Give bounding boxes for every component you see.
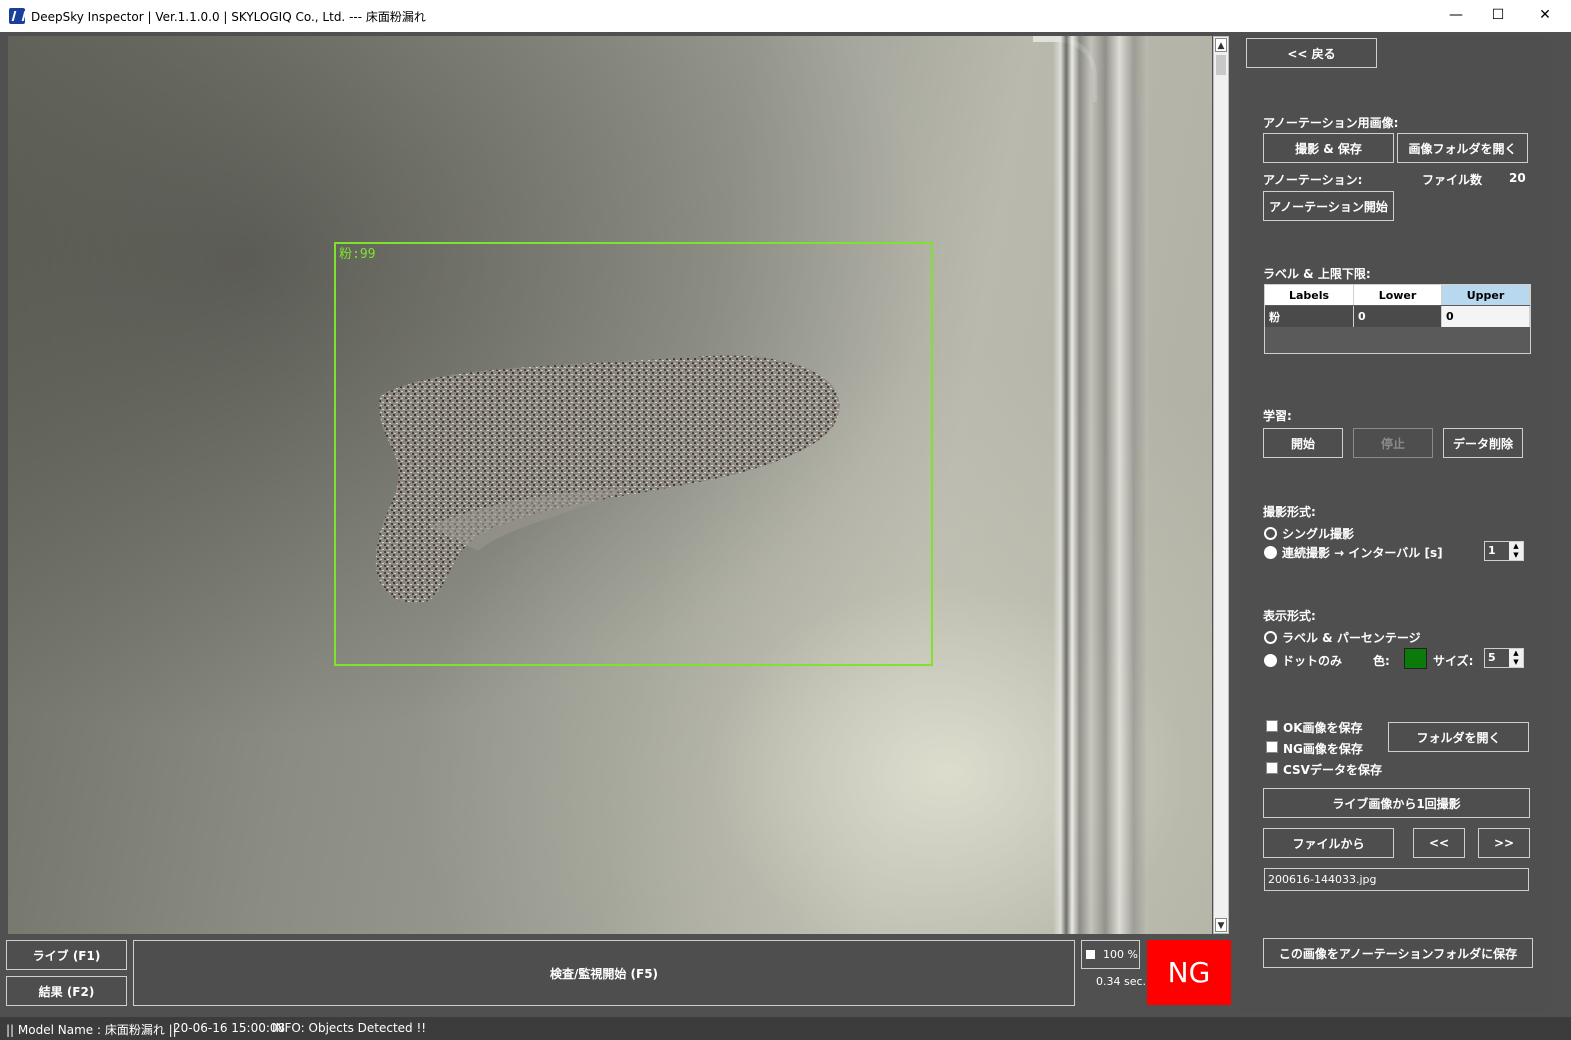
capture-save-button[interactable]: 撮影 & 保存 <box>1263 133 1394 163</box>
display-mode-label: 表示形式: <box>1263 609 1316 623</box>
label-limits-table[interactable]: Labels Lower Upper 粉 0 0 <box>1264 284 1531 354</box>
column-header-labels[interactable]: Labels <box>1265 285 1354 305</box>
train-start-button[interactable]: 開始 <box>1263 428 1343 458</box>
zoom-value: 100 % <box>1103 948 1138 961</box>
inspect-start-button[interactable]: 検査/監視開始 (F5) <box>133 940 1075 1006</box>
dots-only-radio[interactable] <box>1264 654 1277 667</box>
viewer-scrollbar[interactable]: ▲ ▼ <box>1213 36 1229 934</box>
table-cell-lower[interactable]: 0 <box>1354 306 1442 327</box>
open-image-folder-button[interactable]: 画像フォルダを開く <box>1397 133 1528 163</box>
continuous-capture-radio[interactable] <box>1264 546 1277 559</box>
save-ng-label: NG画像を保存 <box>1283 742 1363 756</box>
from-file-button[interactable]: ファイルから <box>1263 828 1394 858</box>
stepper-down-icon[interactable]: ▼ <box>1509 658 1523 667</box>
interval-value: 1 <box>1488 544 1496 557</box>
size-stepper[interactable]: 5 ▲ ▼ <box>1484 648 1524 668</box>
delete-data-button[interactable]: データ削除 <box>1443 428 1523 458</box>
zoom-toggle[interactable]: 100 % <box>1081 940 1140 969</box>
size-label: サイズ: <box>1433 654 1474 668</box>
label-percentage-label: ラベル & パーセンテージ <box>1282 631 1421 645</box>
save-ok-checkbox[interactable] <box>1266 720 1278 732</box>
scroll-up-icon[interactable]: ▲ <box>1215 38 1227 52</box>
capture-once-button[interactable]: ライブ画像から1回撮影 <box>1263 788 1530 818</box>
annotation-image-label: アノーテーション用画像: <box>1263 116 1399 130</box>
color-label: 色: <box>1373 654 1390 668</box>
column-header-lower[interactable]: Lower <box>1354 285 1442 305</box>
window-title: DeepSky Inspector | Ver.1.1.0.0 | SKYLOG… <box>31 10 426 24</box>
save-csv-label: CSVデータを保存 <box>1283 763 1382 777</box>
status-bar: || Model Name : 床面粉漏れ || 20-06-16 15:00:… <box>0 1017 1571 1040</box>
continuous-capture-label: 連続撮影 → インターバル [s] <box>1282 546 1443 560</box>
zoom-checkbox[interactable] <box>1086 950 1095 959</box>
maximize-button[interactable]: ☐ <box>1475 0 1521 32</box>
single-capture-radio[interactable] <box>1264 527 1277 540</box>
filename-field[interactable]: 200616-144033.jpg <box>1264 868 1529 891</box>
save-csv-checkbox[interactable] <box>1266 762 1278 774</box>
dots-only-label: ドットのみ <box>1282 654 1343 668</box>
title-bar: DeepSky Inspector | Ver.1.1.0.0 | SKYLOG… <box>0 0 1571 33</box>
size-value: 5 <box>1488 651 1496 664</box>
scroll-down-icon[interactable]: ▼ <box>1215 918 1227 932</box>
detection-label: 粉:99 <box>339 247 376 262</box>
label-limits-label: ラベル & 上限下限: <box>1263 267 1371 281</box>
dot-color-swatch[interactable] <box>1404 648 1427 669</box>
next-image-button[interactable]: >> <box>1478 828 1530 858</box>
inference-time: 0.34 sec. <box>1096 975 1147 988</box>
close-button[interactable]: ✕ <box>1522 0 1568 32</box>
status-info: INFO: Objects Detected !! <box>272 1021 427 1035</box>
annotation-start-button[interactable]: アノーテーション開始 <box>1263 191 1394 221</box>
stepper-up-icon[interactable]: ▲ <box>1509 542 1523 551</box>
live-button[interactable]: ライブ (F1) <box>6 940 127 970</box>
train-stop-button[interactable]: 停止 <box>1353 428 1433 458</box>
save-ok-label: OK画像を保存 <box>1283 721 1363 735</box>
single-capture-label: シングル撮影 <box>1282 527 1355 541</box>
table-cell-label[interactable]: 粉 <box>1265 306 1354 327</box>
column-header-upper[interactable]: Upper <box>1442 285 1530 305</box>
interval-stepper[interactable]: 1 ▲ ▼ <box>1484 541 1524 561</box>
back-button[interactable]: << 戻る <box>1246 38 1377 68</box>
stepper-down-icon[interactable]: ▼ <box>1509 551 1523 560</box>
result-button[interactable]: 結果 (F2) <box>6 976 127 1006</box>
verdict-badge: NG <box>1147 940 1231 1005</box>
previous-image-button[interactable]: << <box>1413 828 1465 858</box>
app-logo-icon <box>9 8 25 24</box>
status-model-name: || Model Name : 床面粉漏れ || <box>6 1023 177 1037</box>
stepper-up-icon[interactable]: ▲ <box>1509 649 1523 658</box>
table-cell-upper[interactable]: 0 <box>1442 306 1530 327</box>
open-folder-button[interactable]: フォルダを開く <box>1388 722 1529 752</box>
minimize-button[interactable]: — <box>1433 0 1479 32</box>
file-count-value: 20 <box>1509 171 1526 185</box>
annotation-label: アノーテーション: <box>1263 173 1363 187</box>
learning-label: 学習: <box>1263 409 1292 423</box>
label-percentage-radio[interactable] <box>1264 631 1277 644</box>
status-timestamp: 20-06-16 15:00:08 <box>173 1021 286 1035</box>
camera-image: 粉:99 <box>8 36 1212 934</box>
capture-mode-label: 撮影形式: <box>1263 505 1316 519</box>
file-count-label: ファイル数 <box>1422 173 1483 187</box>
scroll-thumb[interactable] <box>1216 55 1226 75</box>
detection-box[interactable]: 粉:99 <box>334 242 933 666</box>
save-ng-checkbox[interactable] <box>1266 741 1278 753</box>
save-to-annotation-button[interactable]: この画像をアノーテーションフォルダに保存 <box>1263 938 1533 968</box>
